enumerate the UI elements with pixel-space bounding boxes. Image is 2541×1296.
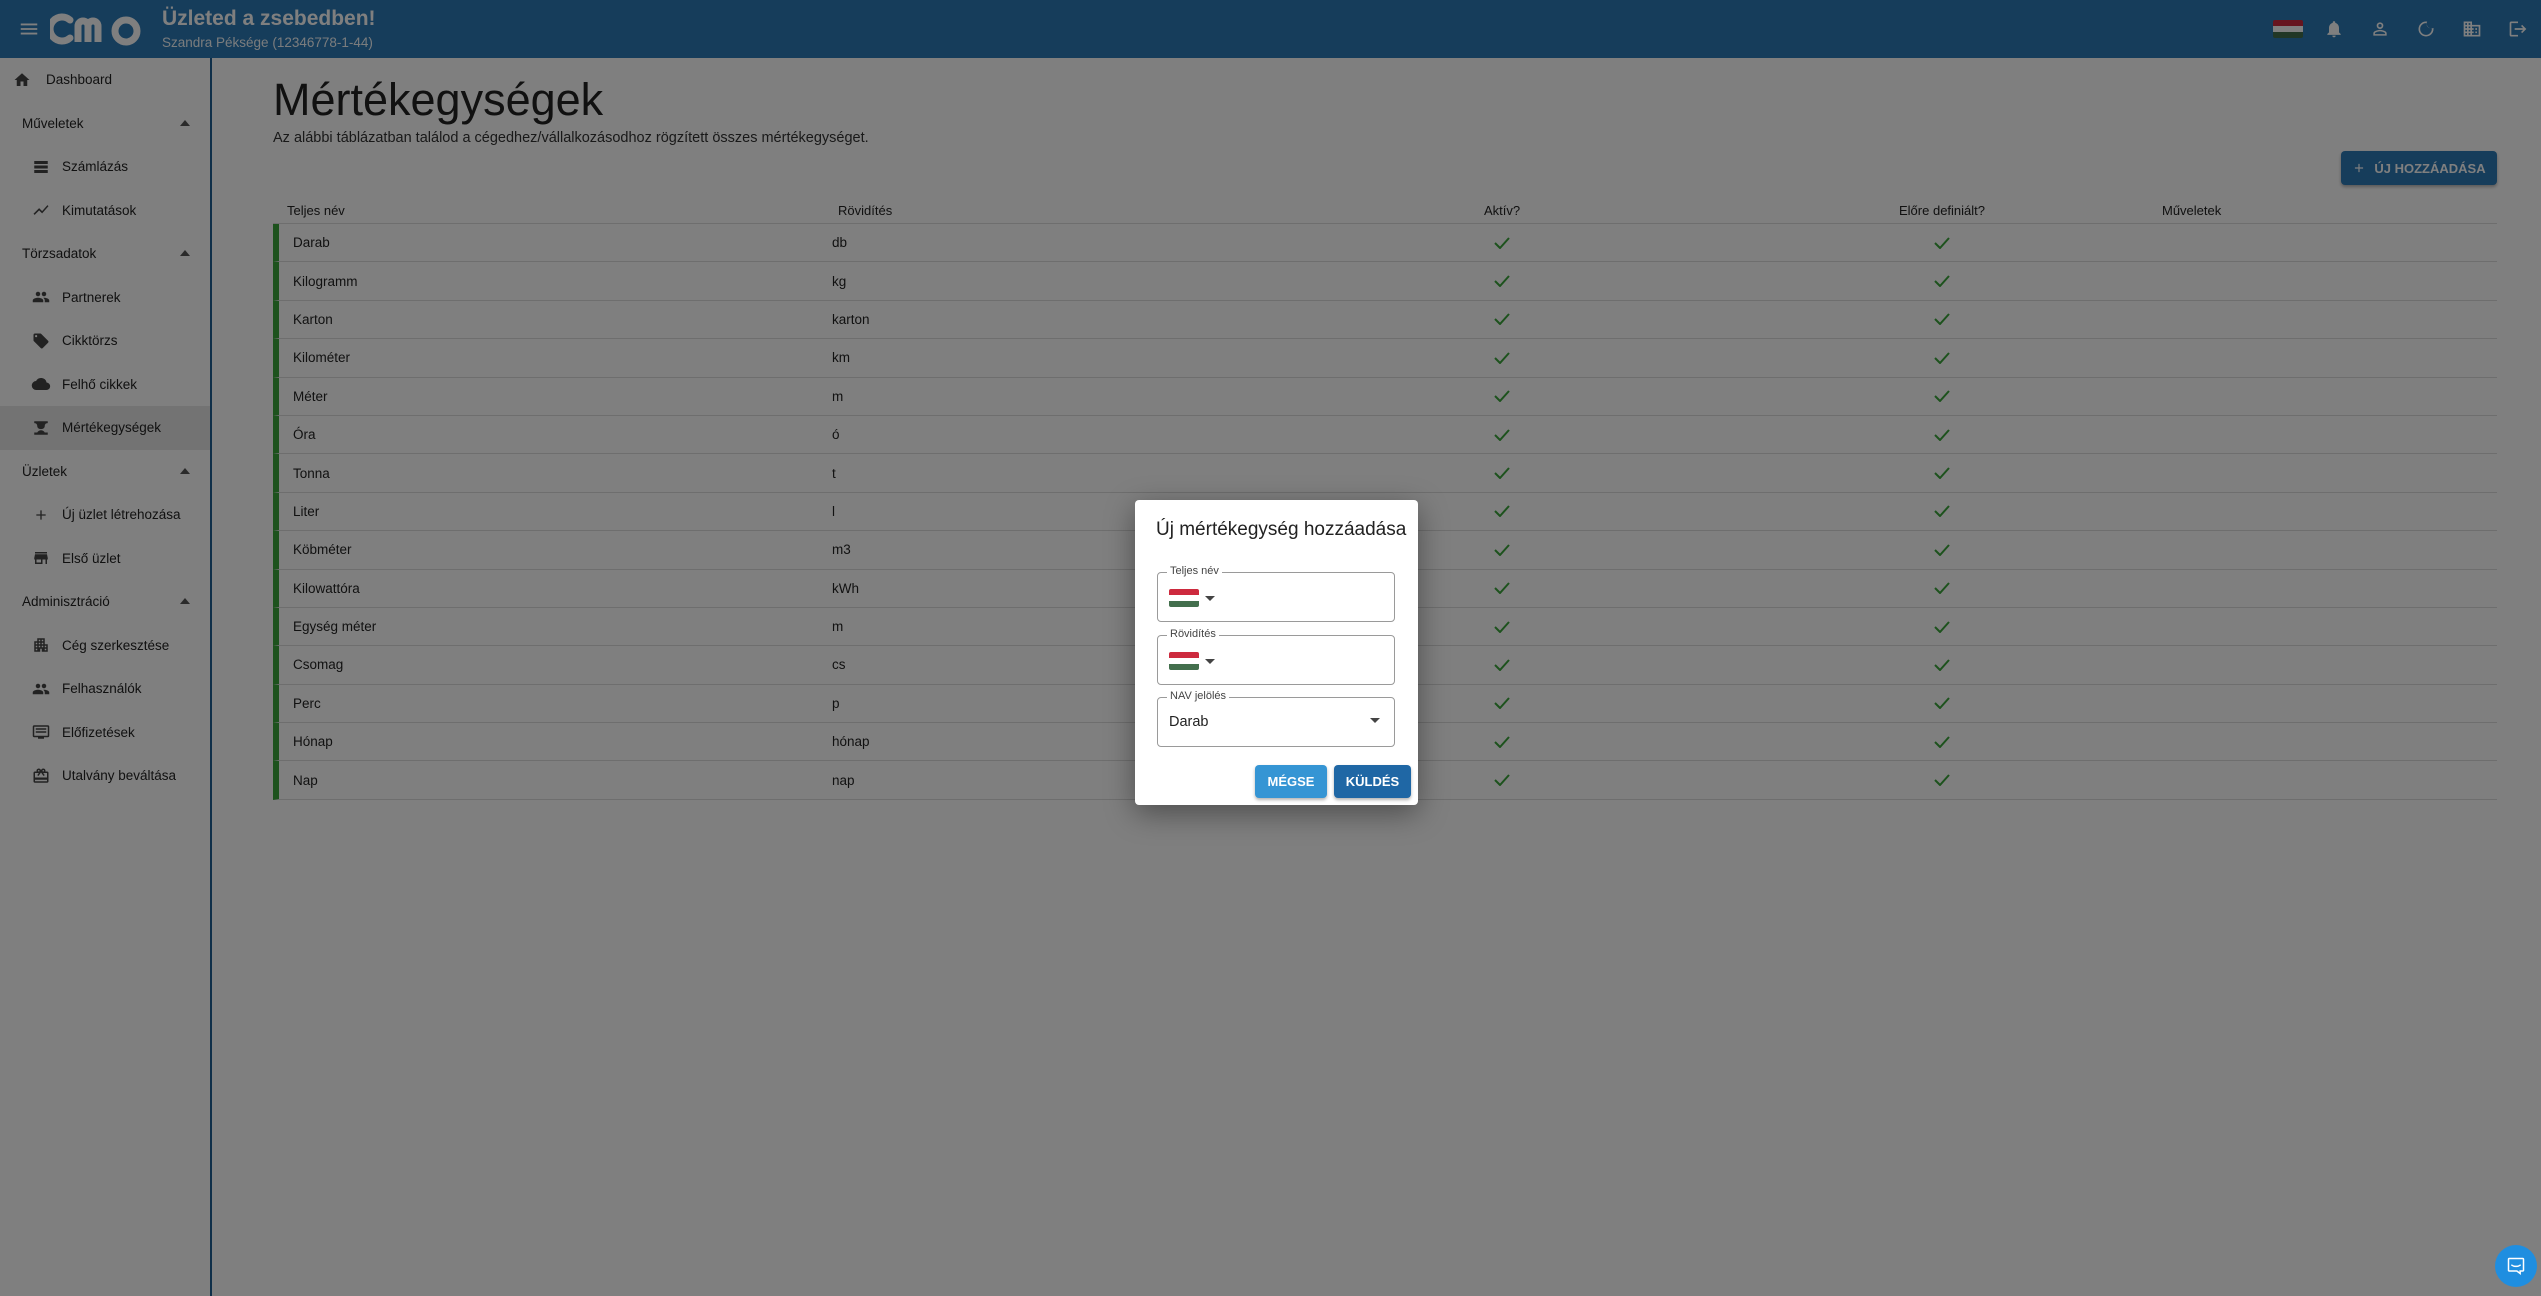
send-button[interactable]: KÜLDÉS: [1334, 765, 1411, 798]
full-name-field[interactable]: Teljes név: [1157, 565, 1395, 622]
language-select[interactable]: [1169, 589, 1215, 607]
nav-marking-label: NAV jelölés: [1167, 690, 1230, 702]
language-select[interactable]: [1169, 652, 1215, 670]
add-unit-dialog: Új mértékegység hozzáadása Teljes név Rö…: [1135, 500, 1418, 805]
hungarian-flag-icon: [1169, 652, 1199, 670]
nav-marking-select[interactable]: NAV jelölés Darab: [1157, 690, 1395, 747]
chat-bubble-icon[interactable]: [2495, 1245, 2537, 1287]
full-name-label: Teljes név: [1167, 565, 1222, 577]
caret-down-icon: [1205, 595, 1215, 601]
abbreviation-label: Rövidítés: [1167, 628, 1219, 640]
abbreviation-field[interactable]: Rövidítés: [1157, 628, 1395, 685]
caret-down-icon: [1205, 658, 1215, 664]
nav-marking-value: Darab: [1169, 714, 1209, 730]
hungarian-flag-icon: [1169, 589, 1199, 607]
dialog-title: Új mértékegység hozzáadása: [1156, 519, 1407, 540]
caret-down-icon: [1370, 718, 1380, 723]
cancel-button[interactable]: MÉGSE: [1255, 765, 1327, 798]
